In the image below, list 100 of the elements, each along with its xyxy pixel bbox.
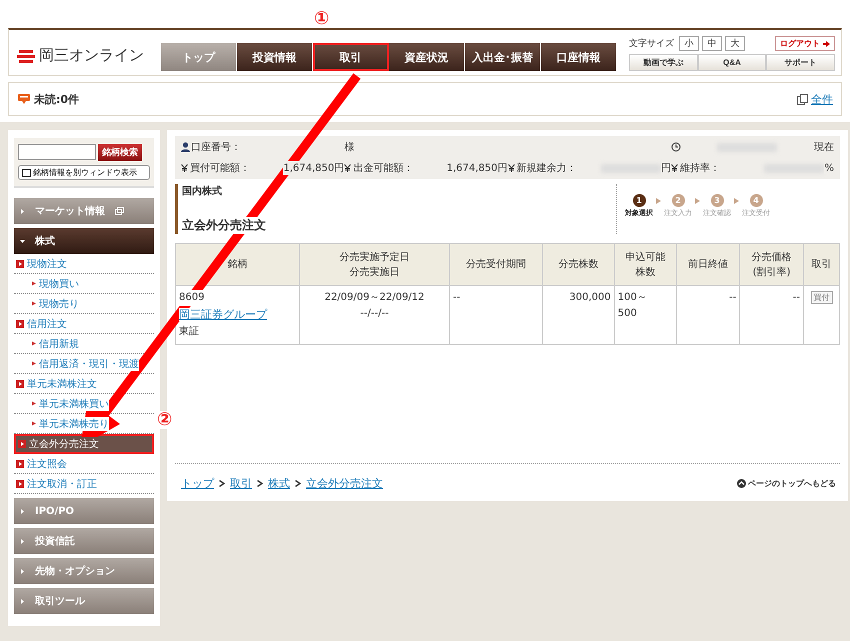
nav-tab[interactable]: 口座情報	[541, 43, 617, 71]
sidebar-section[interactable]: 取引ツール	[14, 588, 154, 614]
font-size-button[interactable]: 小	[679, 36, 699, 51]
triangle-icon	[20, 568, 25, 574]
logout-button[interactable]: ログアウト	[775, 36, 835, 51]
header-link[interactable]: 動画で学ぶ	[629, 54, 698, 71]
sidebar-item[interactable]: 現物買い	[14, 274, 154, 294]
column-header: (割引率)	[752, 264, 791, 280]
step-number: 1	[632, 194, 646, 207]
bullet-icon	[16, 260, 24, 268]
bullet-icon	[32, 341, 36, 346]
message-icon	[17, 93, 31, 105]
logo-text: 岡三オンライン	[39, 46, 144, 65]
search-field[interactable]	[18, 144, 96, 160]
sidebar-item[interactable]: 立会外分売注文	[14, 434, 154, 454]
bullet-icon	[32, 301, 36, 306]
nav-tab[interactable]: トップ	[161, 43, 237, 71]
chevron-icon	[257, 480, 263, 487]
triangle-icon	[20, 208, 25, 214]
step-arrow-icon	[695, 198, 700, 204]
window-button[interactable]: 銘柄情報を別ウィンドウ表示	[18, 165, 150, 180]
balance-value: %	[824, 162, 834, 174]
buy-button[interactable]: 買付	[810, 291, 832, 304]
sidebar-section[interactable]: 先物・オプション	[14, 558, 154, 584]
step-marker: ②	[155, 411, 174, 429]
column-header: 申込可能	[625, 250, 666, 264]
sidebar-section[interactable]: 株式	[14, 228, 154, 254]
nav-tab[interactable]: 投資情報	[237, 43, 313, 71]
breadcrumb-link[interactable]: 取引	[230, 476, 252, 491]
bullet-icon	[16, 460, 24, 468]
header-link[interactable]: サポート	[766, 54, 836, 71]
table-cell: --	[450, 286, 543, 344]
search-button[interactable]: 銘柄検索	[98, 144, 142, 161]
triangle-icon	[20, 538, 25, 544]
sidebar-item[interactable]: 現物売り	[14, 294, 154, 314]
balance-value: 1,674,850円	[283, 161, 344, 175]
sidebar-section[interactable]: 投資信託	[14, 528, 154, 554]
step-arrow-icon	[734, 198, 739, 204]
category-label: 国内株式	[182, 184, 222, 198]
table-cell: --	[676, 286, 740, 344]
column-header: 分売実施日	[350, 264, 400, 280]
logo-icon	[17, 48, 35, 64]
clock-icon	[670, 142, 681, 152]
person-icon	[181, 142, 190, 152]
all-link[interactable]: 全件	[811, 92, 833, 106]
bullet-icon	[18, 440, 26, 448]
sidebar-item[interactable]: 信用新規	[14, 334, 154, 354]
triangle-icon	[20, 598, 25, 604]
nav-tab[interactable]: 資産状況	[389, 43, 465, 71]
sidebar-item[interactable]: 現物注文	[14, 254, 154, 274]
bullet-icon	[32, 421, 36, 426]
stock-code: 8609	[179, 290, 204, 306]
font-size-button[interactable]: 中	[702, 36, 722, 51]
sidebar-item[interactable]: 注文照会	[14, 454, 154, 474]
nav-tab[interactable]: 取引	[313, 43, 389, 71]
bullet-icon	[32, 401, 36, 406]
breadcrumb-link[interactable]: 株式	[268, 476, 290, 491]
balance-value: 円	[660, 161, 671, 175]
chevron-icon	[295, 480, 301, 487]
step-number: 3	[710, 194, 724, 207]
sidebar-section[interactable]: IPO/PO	[14, 498, 154, 524]
table-cell: --	[740, 286, 804, 344]
nav-tab[interactable]: 入出金･振替	[465, 43, 541, 71]
sidebar-item[interactable]: 信用注文	[14, 314, 154, 334]
font-size-button[interactable]: 大	[725, 36, 745, 51]
step-number: 2	[672, 194, 684, 207]
bullet-icon	[16, 320, 24, 328]
bullet-icon	[32, 361, 36, 366]
yen-icon	[670, 164, 678, 172]
triangle-icon	[20, 508, 25, 514]
column-header: 株数	[635, 264, 656, 280]
back-to-top-link[interactable]: ページのトップへもどる	[737, 478, 836, 489]
font-size-label: 文字サイズ	[629, 38, 674, 50]
as-of-label: 現在	[814, 140, 834, 154]
balance-value: 1,674,850円	[446, 161, 508, 175]
column-header: 分売価格	[752, 250, 792, 264]
sidebar-section[interactable]: マーケット情報	[14, 198, 154, 224]
bullet-icon	[16, 480, 24, 488]
sidebar-item[interactable]: 注文取消・訂正	[14, 474, 154, 494]
bullet-icon	[16, 380, 24, 388]
page-title: 立会外分売注文	[182, 217, 266, 234]
triangle-icon	[20, 238, 25, 244]
breadcrumb-link[interactable]: トップ	[181, 476, 214, 491]
table-cell: 22/09/09～22/09/12 --/--/--	[300, 286, 450, 344]
chevron-icon	[219, 480, 225, 487]
window-icon	[22, 168, 31, 176]
honorific: 様	[344, 140, 354, 154]
breadcrumb-link[interactable]: 立会外分売注文	[306, 476, 383, 491]
header-link[interactable]: Q&A	[698, 54, 766, 71]
copy-icon	[797, 94, 808, 104]
stock-name-link[interactable]: 岡三証券グループ	[179, 308, 267, 321]
yen-icon	[508, 164, 514, 172]
step-arrow-icon	[656, 198, 661, 204]
column-header: 分売実施予定日	[340, 250, 410, 264]
up-arrow-icon	[737, 479, 746, 488]
bullet-icon	[32, 281, 36, 286]
sidebar-item[interactable]: 単元未満株買い	[14, 394, 154, 414]
step-number: 4	[750, 194, 762, 207]
table-cell: 300,000	[542, 286, 614, 344]
sidebar-item[interactable]: 単元未満株注文	[14, 374, 154, 394]
